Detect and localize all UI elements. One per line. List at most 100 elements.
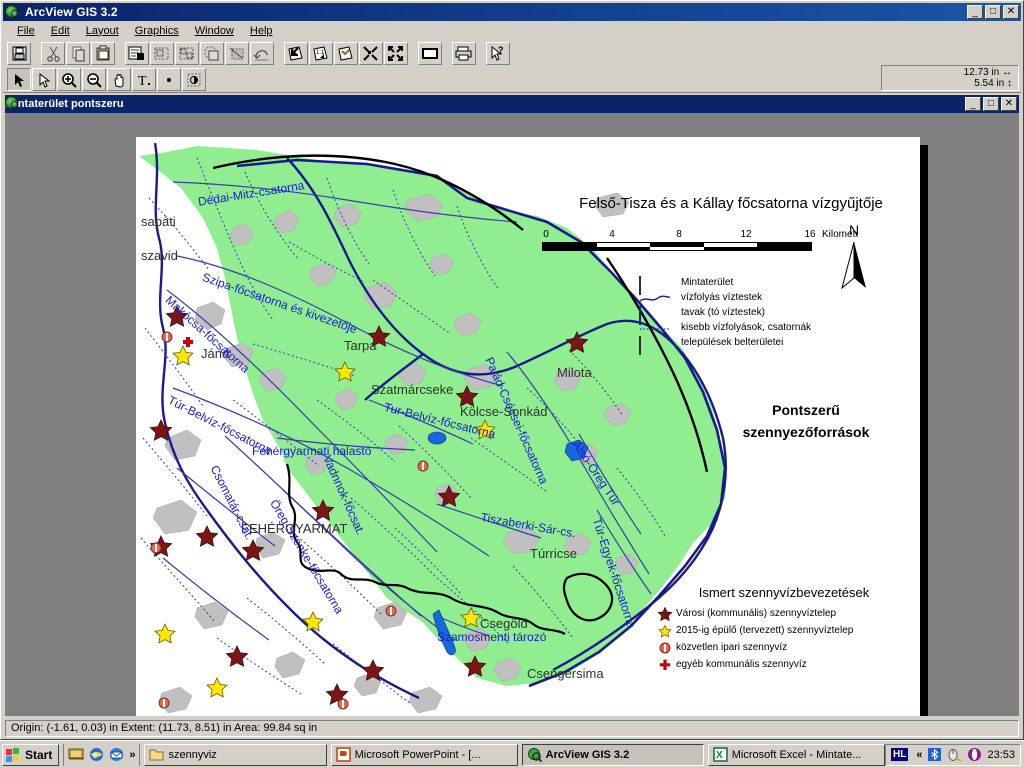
pan-tool[interactable]: [107, 68, 131, 91]
taskbar-label-excel: Microsoft Excel - Mintate...: [731, 748, 862, 761]
legend-label-river: vízfolyás víztestek: [681, 292, 763, 303]
zoom-to-page-button[interactable]: [384, 42, 408, 65]
help-button[interactable]: ?: [486, 42, 510, 65]
powerpoint-icon: [335, 747, 351, 762]
page-setup-button[interactable]: [418, 42, 442, 65]
scale-bar-graphic: [542, 242, 812, 251]
outlook-express-icon[interactable]: [108, 746, 125, 763]
app-close-button[interactable]: ✕: [1003, 5, 1019, 19]
start-button[interactable]: Start: [2, 743, 60, 766]
menu-item-layout[interactable]: Layout: [78, 24, 127, 38]
excel-icon: X: [712, 747, 728, 762]
horizontal-arrow-icon: ↔: [1002, 67, 1012, 78]
vertical-arrow-icon: ↕: [1007, 78, 1012, 89]
simplify-button[interactable]: [250, 42, 274, 65]
main-toolbar: 1:1 ?: [3, 40, 1021, 67]
pointer-tool[interactable]: [7, 68, 31, 91]
group-button[interactable]: [150, 42, 174, 65]
document-window-buttons: _ □ ✕: [965, 97, 1019, 111]
quick-launch-bar: e »: [63, 743, 141, 766]
legend-item-industrial: közvetlen ipari szennyvíz: [654, 639, 853, 656]
legend-label-planned-wwtp: 2015-ig épülő (tervezett) szennyvíztelep: [676, 625, 854, 636]
legend-item-other-communal: egyéb kommunális szennyvíz: [654, 656, 853, 673]
save-project-button[interactable]: [7, 42, 31, 65]
print-button[interactable]: [452, 42, 476, 65]
ungroup-button[interactable]: [175, 42, 199, 65]
zoom-out-button[interactable]: [359, 42, 383, 65]
tool-toolbar: T: [3, 67, 1021, 93]
tray-expand-icon[interactable]: «: [916, 749, 922, 761]
bluetooth-icon[interactable]: [927, 747, 942, 762]
arcview-globe-icon: [5, 4, 21, 20]
layout-canvas[interactable]: Felső-Tisza és a Kállay főcsatorna vízgy…: [5, 113, 1019, 716]
neatline-tool[interactable]: [182, 68, 206, 91]
zoom-actual-size-button[interactable]: 1:1: [309, 42, 333, 65]
star-darkred-icon: [654, 606, 676, 621]
legend-item-mintateruelet: Mintaterület: [639, 275, 811, 295]
cut-button[interactable]: [41, 42, 65, 65]
legend-item-city-wwtp: Városi (kommunális) szennyvíztelep: [654, 605, 853, 622]
legend-label-study-area: Mintaterület: [681, 277, 734, 288]
svg-text:X: X: [716, 750, 723, 761]
scale-tick-0: 0: [543, 229, 549, 240]
taskbar-clock: 23:53: [987, 748, 1015, 761]
scale-bar-ticks: 0 4 8 12 16: [542, 229, 815, 242]
taskbar-button-excel[interactable]: X Microsoft Excel - Mintate...: [707, 743, 885, 766]
legend-line-minor-stream: [639, 322, 673, 334]
app-maximize-button[interactable]: □: [985, 5, 1001, 19]
zoom-out-tool[interactable]: [82, 68, 106, 91]
industrial-marker: [150, 331, 429, 710]
scale-tick-8: 8: [676, 229, 682, 240]
document-minimize-button[interactable]: _: [965, 97, 981, 111]
document-maximize-button[interactable]: □: [983, 97, 999, 111]
menu-item-help[interactable]: Help: [242, 24, 281, 38]
windows-taskbar: Start e » szennyviz Microsoft PowerPoint…: [0, 740, 1024, 768]
text-tool[interactable]: T: [132, 68, 156, 91]
quick-launch-overflow-icon[interactable]: »: [129, 749, 135, 761]
taskbar-button-szennyviz[interactable]: szennyviz: [144, 743, 327, 766]
legend-swatch-lake: [639, 305, 673, 325]
document-title-bar: mintaterület pontszeru _ □ ✕: [5, 95, 1019, 113]
language-indicator[interactable]: HL: [891, 748, 909, 761]
menu-item-edit[interactable]: Edit: [43, 24, 78, 38]
legend-swatch-study-area: [639, 275, 673, 295]
copy-button[interactable]: [66, 42, 90, 65]
position-x-value: 12.73 in: [963, 67, 1000, 78]
menu-item-window[interactable]: Window: [187, 24, 242, 38]
bring-to-front-button[interactable]: [200, 42, 224, 65]
vertex-edit-tool[interactable]: [32, 68, 56, 91]
legend-secondary-title: Ismert szennyvízbevezetések: [698, 585, 870, 600]
document-close-button[interactable]: ✕: [1001, 97, 1017, 111]
taskbar-button-powerpoint[interactable]: Microsoft PowerPoint - [...: [330, 743, 518, 766]
menu-item-graphics[interactable]: Graphics: [127, 24, 187, 38]
taskbar-label-arcview: ArcView GIS 3.2: [545, 748, 630, 761]
zoom-to-selected-button[interactable]: [334, 42, 358, 65]
paste-button[interactable]: [91, 42, 115, 65]
send-to-back-button[interactable]: [225, 42, 249, 65]
menu-item-file[interactable]: File: [9, 24, 43, 38]
app-minimize-button[interactable]: _: [967, 5, 983, 19]
draw-point-tool[interactable]: [157, 68, 181, 91]
opera-icon[interactable]: [967, 747, 982, 762]
zoom-in-page-button[interactable]: [284, 42, 308, 65]
system-tray: HL « 23:53: [885, 743, 1021, 766]
position-readout: 12.73 in ↔ 5.54 in ↕: [881, 65, 1019, 91]
app-title: ArcView GIS 3.2: [25, 5, 118, 19]
internet-explorer-icon[interactable]: e: [88, 746, 105, 763]
layout-page: Felső-Tisza és a Kállay főcsatorna vízgy…: [136, 137, 920, 716]
scale-bar: 0 4 8 12 16 Kilomet: [542, 229, 858, 251]
taskbar-button-arcview[interactable]: ArcView GIS 3.2: [521, 743, 704, 766]
legend-label-industrial: közvetlen ipari szennyvíz: [676, 642, 788, 653]
windows-logo-icon: [6, 747, 21, 762]
show-desktop-icon[interactable]: [68, 746, 85, 763]
legend-item-lake: tavak (tó víztestek): [639, 305, 811, 325]
status-bar: Origin: (-1.61, 0.03) in Extent: (11.73,…: [3, 718, 1021, 738]
arcview-application-window: ArcView GIS 3.2 _ □ ✕ File Edit Layout G…: [0, 0, 1024, 740]
zoom-in-tool[interactable]: [57, 68, 81, 91]
properties-button[interactable]: [125, 42, 149, 65]
map-legend-primary: Mintaterület vízfolyás víztestek tavak (…: [639, 275, 811, 355]
scale-tick-4: 4: [609, 229, 615, 240]
start-label: Start: [25, 747, 53, 762]
legend-line-river: [639, 292, 673, 304]
mouse-icon[interactable]: [947, 747, 962, 762]
